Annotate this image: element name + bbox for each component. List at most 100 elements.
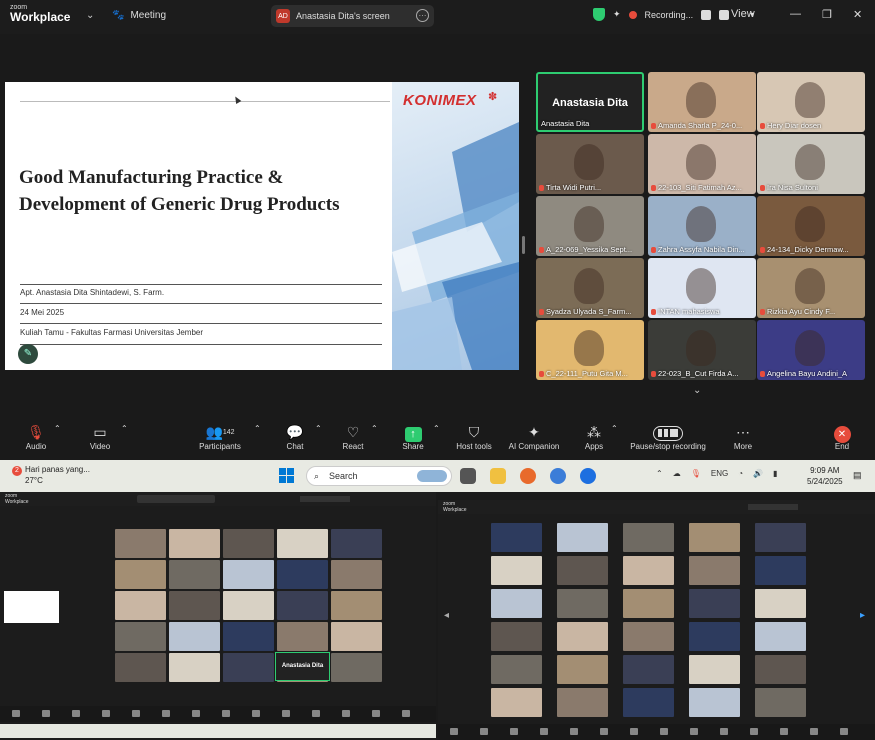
chevron-down-icon[interactable]: ⌄ <box>86 10 94 21</box>
share-button[interactable]: ↑ Share <box>399 424 427 451</box>
cloud-icon[interactable]: ☁ <box>673 469 681 478</box>
mini-zoom-logo: zoom Workplace <box>5 493 29 505</box>
video-tile[interactable]: Hery Diar dosen <box>757 72 865 132</box>
video-gallery: Anastasia Dita Anastasia Dita Amanda Sha… <box>536 72 866 382</box>
host-tools-button[interactable]: ⛉ Host tools <box>453 424 495 451</box>
video-button[interactable]: ▭ Video <box>86 424 114 451</box>
microphone-icon[interactable]: 🎙 <box>691 469 701 478</box>
video-tile[interactable]: INTAN mahasiswa <box>648 258 756 318</box>
video-tile[interactable]: Syadza Ulyada S_Farm... <box>536 258 644 318</box>
muted-mic-icon <box>651 370 656 377</box>
sparkle-icon[interactable]: ✦ <box>613 9 621 20</box>
ai-companion-button[interactable]: ✦ AI Companion <box>506 424 562 451</box>
audio-options-icon[interactable]: ⌃ <box>54 424 61 433</box>
mini-top-bar: zoom Workplace <box>0 492 436 506</box>
mini-video-tile <box>689 622 740 651</box>
slide-rule <box>20 303 382 304</box>
zoom-app-icon[interactable] <box>580 468 596 484</box>
mini-video-tile <box>277 560 328 589</box>
speaker-icon[interactable]: 🔊 <box>753 469 763 478</box>
video-tile[interactable]: Tirta Widi Putri... <box>536 134 644 194</box>
mic-muted-icon: 🎙 <box>27 424 45 440</box>
mini-toolbar <box>0 706 436 722</box>
konimex-logo-mark-icon: ✽ <box>488 91 498 103</box>
task-view-icon[interactable] <box>460 468 476 484</box>
participant-name: Ira Nisa Sultoni <box>767 183 818 192</box>
apps-options-icon[interactable]: ⌃ <box>611 424 618 433</box>
mini-toolbar-button <box>192 710 200 717</box>
zoom-top-bar: zoom Workplace ⌄ 🐾 Meeting AD Anastasia … <box>0 0 875 34</box>
minimize-icon[interactable]: — <box>790 8 801 20</box>
video-tile-active-speaker[interactable]: Anastasia Dita Anastasia Dita <box>536 72 644 132</box>
react-button[interactable]: ♡ React <box>338 424 368 451</box>
weather-widget[interactable]: 2 Hari panas yang... 27°C <box>12 465 90 486</box>
battery-icon[interactable]: ▮ <box>773 469 777 478</box>
video-tile[interactable]: Zahra Assyfa Nabila Din... <box>648 196 756 256</box>
mini-toolbar-button <box>810 728 818 735</box>
split-handle[interactable] <box>522 236 525 254</box>
search-icon: ⌕ <box>314 471 320 481</box>
more-button[interactable]: ⋯ More <box>729 424 757 451</box>
mini-toolbar-button <box>132 710 140 717</box>
tray-overflow-icon[interactable]: ⌃ <box>656 469 663 478</box>
video-options-icon[interactable]: ⌃ <box>121 424 128 433</box>
chat-options-icon[interactable]: ⌃ <box>315 424 322 433</box>
wifi-icon[interactable]: ◔ <box>738 469 743 478</box>
share-screen-icon: ↑ <box>404 427 422 442</box>
screen-share-indicator[interactable]: AD Anastasia Dita's screen ⋯ <box>271 5 434 27</box>
mini-toolbar <box>438 724 875 740</box>
shield-icon[interactable] <box>593 8 605 21</box>
mini-toolbar-button <box>12 710 20 717</box>
apps-button[interactable]: ⁂ Apps <box>580 424 608 451</box>
next-page-icon[interactable]: ▸ <box>860 610 865 621</box>
end-button[interactable]: ✕ End <box>830 424 854 451</box>
audio-button[interactable]: 🎙 Audio <box>22 424 50 451</box>
view-chevron-icon[interactable]: ▾ <box>750 10 754 19</box>
video-tile[interactable]: Rizkia Ayu Cindy F... <box>757 258 865 318</box>
video-tile[interactable]: 22-103_Siti Fatimah Az... <box>648 134 756 194</box>
video-tile[interactable]: A_22-069_Yessika Sept... <box>536 196 644 256</box>
restore-icon[interactable]: ❐ <box>822 8 832 21</box>
mini-video-tile <box>689 523 740 552</box>
muted-mic-icon <box>651 184 656 191</box>
chat-button[interactable]: 💬 Chat <box>282 424 308 451</box>
chrome-icon[interactable] <box>550 468 566 484</box>
apps-label: Apps <box>584 442 604 451</box>
react-options-icon[interactable]: ⌃ <box>371 424 378 433</box>
pause-stop-recording-button[interactable]: Pause/stop recording <box>627 424 709 451</box>
clock[interactable]: 9:09 AM 5/24/2025 <box>807 465 843 487</box>
mini-video-tile <box>689 589 740 618</box>
participants-button[interactable]: 👥142 Participants <box>196 424 244 451</box>
video-tile[interactable]: Ira Nisa Sultoni <box>757 134 865 194</box>
taskbar-search-input[interactable]: ⌕ Search <box>306 466 452 486</box>
mini-video-tile <box>557 523 608 552</box>
file-explorer-icon[interactable] <box>490 468 506 484</box>
logo-bottom-text: Workplace <box>10 10 71 24</box>
meeting-menu[interactable]: 🐾 Meeting <box>112 10 166 21</box>
close-icon[interactable]: ✕ <box>853 8 862 21</box>
pause-recording-icon[interactable] <box>701 9 712 20</box>
more-options-icon[interactable]: ⋯ <box>416 9 429 22</box>
windows-start-icon[interactable] <box>279 468 294 483</box>
notification-icon[interactable]: ▤ <box>853 470 862 481</box>
slide-event: Kuliah Tamu - Fakultas Farmasi Universit… <box>20 328 204 337</box>
video-tile[interactable]: 22-023_B_Cut Firda A... <box>648 320 756 380</box>
video-tile[interactable]: 24-134_Dicky Dermaw... <box>757 196 865 256</box>
prev-page-icon[interactable]: ◂ <box>444 610 449 621</box>
participant-name: 22-023_B_Cut Firda A... <box>658 369 739 378</box>
mini-toolbar-button <box>690 728 698 735</box>
language-indicator[interactable]: ENG <box>711 469 728 478</box>
video-tile[interactable]: Amanda Sharla P_24-0... <box>648 72 756 132</box>
pencil-icon[interactable]: ✎ <box>18 344 38 364</box>
muted-mic-icon <box>760 370 765 377</box>
gallery-next-page-icon[interactable]: ⌄ <box>693 385 701 396</box>
video-tile[interactable]: C_22-111_Putu Gita M... <box>536 320 644 380</box>
participants-options-icon[interactable]: ⌃ <box>254 424 261 433</box>
video-tile[interactable]: Angelina Bayu Andini_A <box>757 320 865 380</box>
share-options-icon[interactable]: ⌃ <box>433 424 440 433</box>
stop-recording-icon[interactable] <box>719 9 730 20</box>
mini-toolbar-button <box>630 728 638 735</box>
mini-toolbar-button <box>660 728 668 735</box>
mini-toolbar-button <box>372 710 380 717</box>
firefox-icon[interactable] <box>520 468 536 484</box>
